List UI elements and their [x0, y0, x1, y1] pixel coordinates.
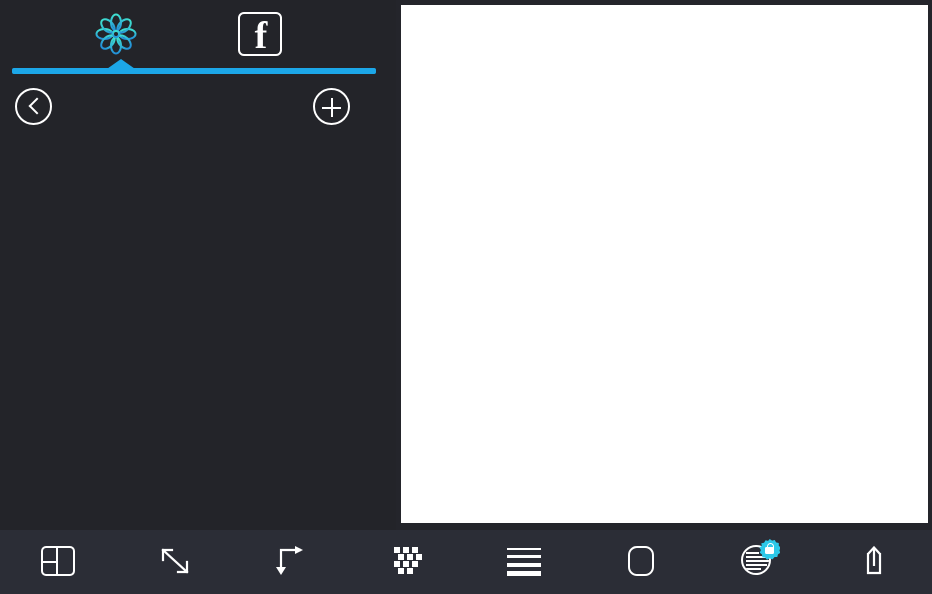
- tool-layout[interactable]: [0, 530, 117, 594]
- border-lines-icon: [507, 544, 542, 578]
- tool-color[interactable]: [699, 530, 816, 594]
- layout-grid-icon: [41, 544, 76, 578]
- photo-source-panel: [0, 0, 396, 530]
- panel-nav-row: [0, 86, 396, 130]
- tab-gallery[interactable]: [80, 8, 152, 60]
- add-photo-button[interactable]: [313, 88, 350, 125]
- tab-facebook[interactable]: [224, 8, 296, 60]
- back-button[interactable]: [15, 88, 52, 125]
- facebook-icon: [238, 12, 282, 56]
- export-share-icon: [859, 544, 889, 578]
- tab-underline: [12, 68, 376, 74]
- aspect-ratio-arrow-icon: [274, 544, 308, 578]
- tab-selected-caret: [104, 59, 138, 71]
- rounded-square-icon: [627, 544, 654, 578]
- color-wheel-icon: [741, 539, 781, 578]
- flower-icon: [93, 11, 139, 57]
- tool-export[interactable]: [816, 530, 932, 594]
- texture-checker-icon: [391, 544, 425, 578]
- tool-aspect[interactable]: [233, 530, 350, 594]
- lock-badge-icon: [759, 539, 781, 560]
- thumbnail-scroll-area[interactable]: [0, 128, 396, 530]
- source-tabs: [0, 0, 396, 64]
- photo-collage-app: [0, 0, 932, 594]
- tool-corners[interactable]: [583, 530, 700, 594]
- tool-border[interactable]: [466, 530, 583, 594]
- tool-texture[interactable]: [350, 530, 467, 594]
- collage-canvas[interactable]: [401, 5, 928, 523]
- bottom-toolbar: [0, 530, 932, 594]
- collage-grid: [409, 13, 920, 515]
- resize-diagonal-arrow-icon: [157, 544, 193, 578]
- chevron-left-icon: [28, 97, 46, 115]
- tool-resize[interactable]: [117, 530, 234, 594]
